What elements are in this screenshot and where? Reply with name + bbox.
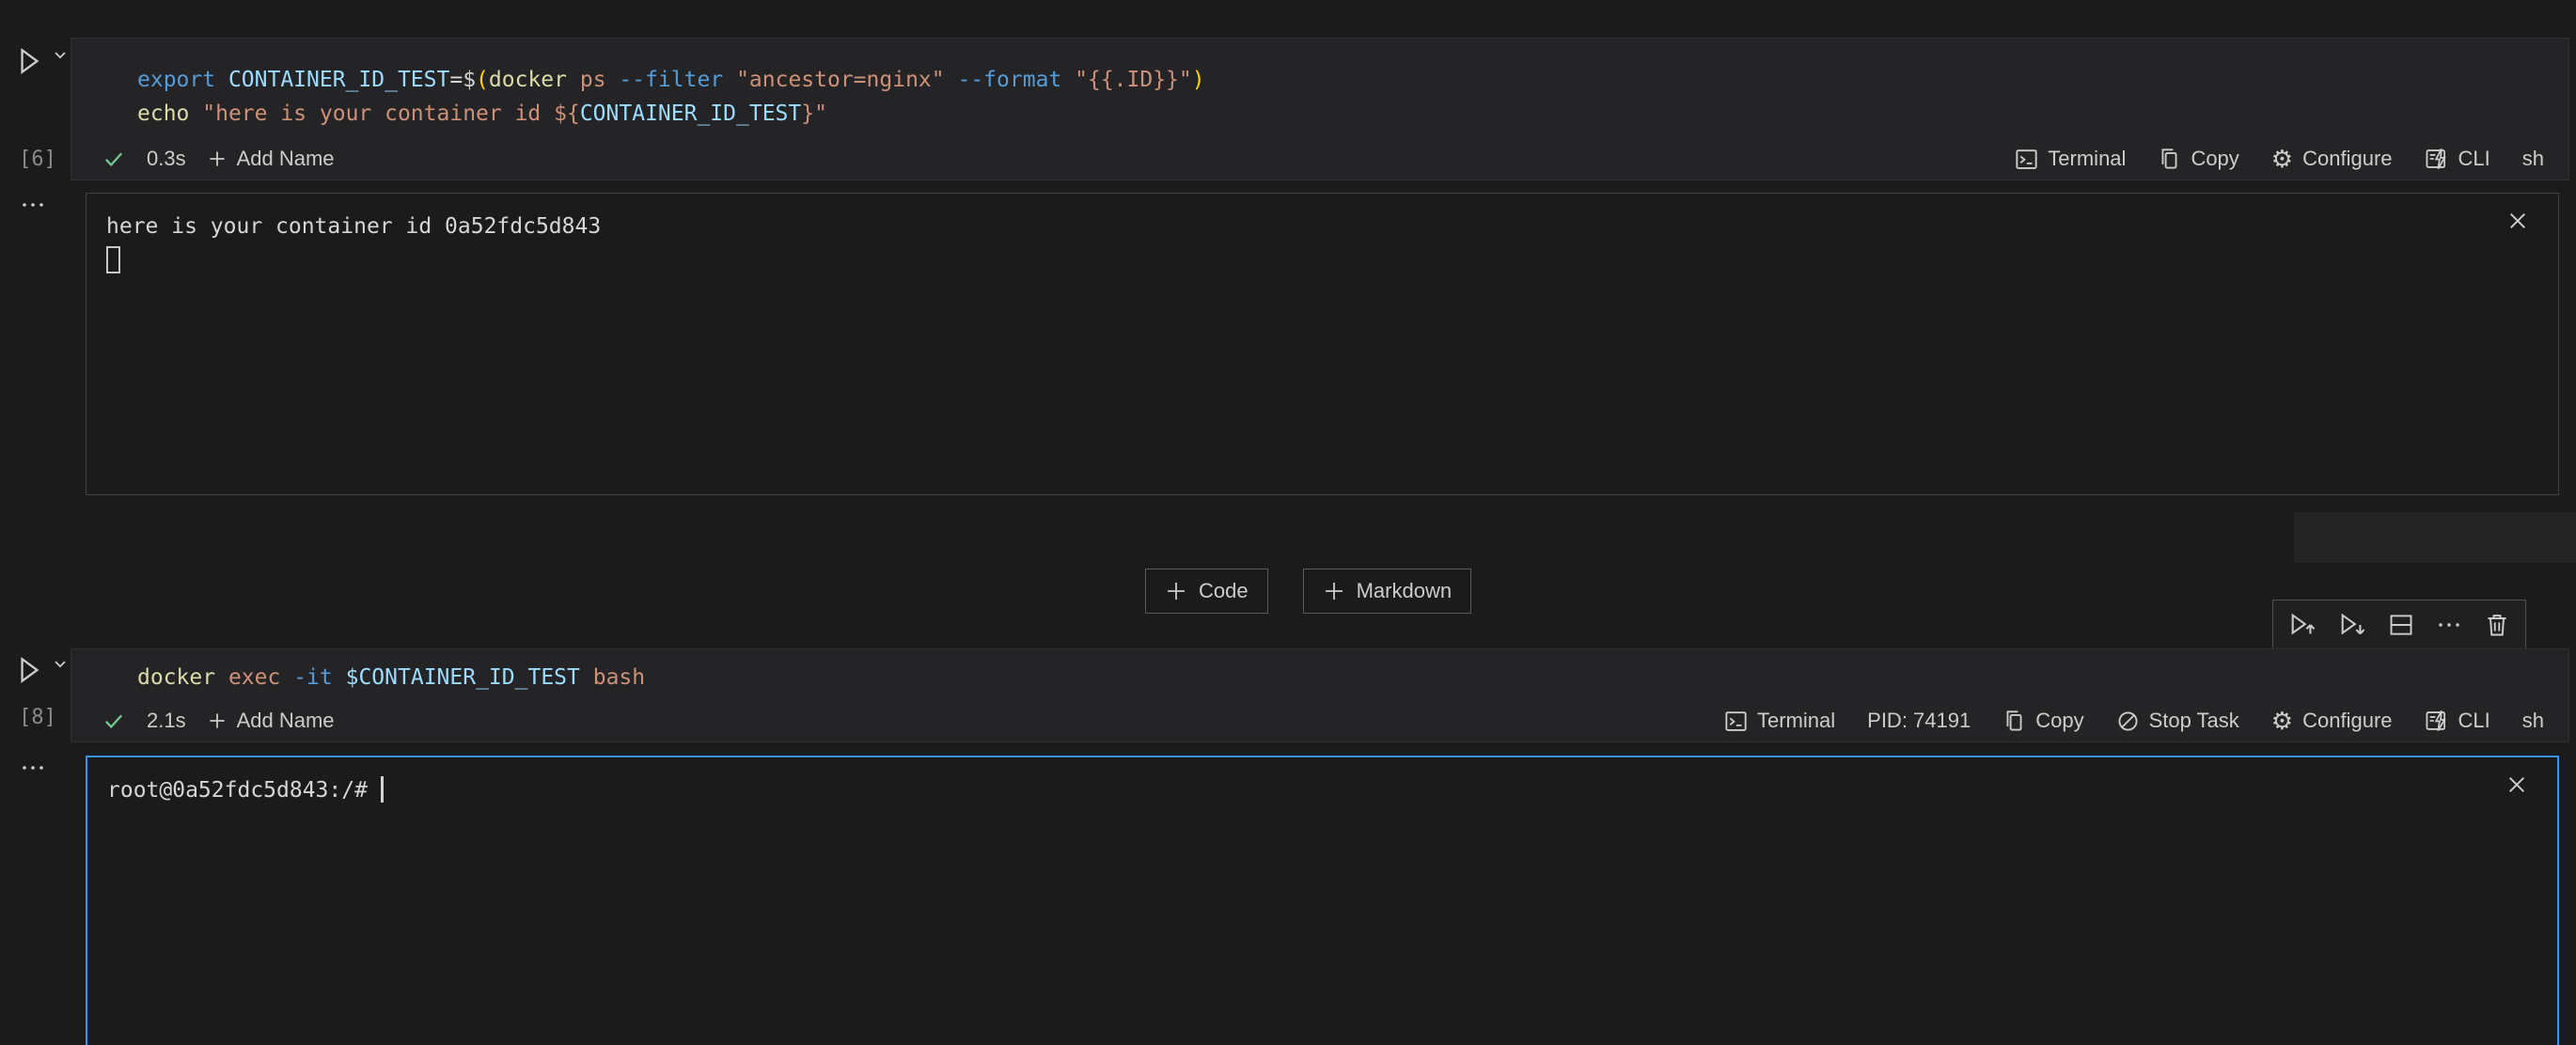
copy-button[interactable]: Copy: [2158, 147, 2238, 171]
cli-lightning-icon: [2425, 147, 2449, 171]
execute-above-button[interactable]: [2288, 611, 2317, 639]
add-name-button[interactable]: Add Name: [207, 709, 335, 733]
terminal-line: here is your container id 0a52fdc5d843: [106, 214, 601, 239]
terminal-output-panel[interactable]: here is your container id 0a52fdc5d843: [86, 193, 2559, 495]
code-cell[interactable]: docker exec -it $CONTAINER_ID_TEST bash …: [71, 648, 2569, 742]
output-more-actions-button[interactable]: [21, 199, 45, 213]
more-actions-button[interactable]: [2436, 619, 2462, 631]
plus-icon: [207, 148, 228, 169]
insert-cell-bar: Code Markdown: [1145, 569, 1471, 614]
run-above-icon: [2288, 611, 2317, 639]
ellipsis-icon: [2436, 619, 2462, 631]
terminal-output-panel-focused[interactable]: root@0a52fdc5d843:/#: [86, 756, 2559, 1045]
cell-status-bar: 0.3s Add Name Terminal: [71, 140, 2568, 179]
run-below-icon: [2338, 611, 2366, 639]
copy-icon: [2158, 148, 2181, 171]
run-cell-button[interactable]: [13, 654, 70, 686]
run-cell-button[interactable]: [13, 45, 70, 77]
delete-cell-button[interactable]: [2484, 612, 2510, 638]
terminal-icon: [2015, 148, 2038, 171]
stop-task-button[interactable]: Stop Task: [2116, 709, 2239, 733]
success-check-icon: [102, 709, 126, 733]
add-code-cell-button[interactable]: Code: [1145, 569, 1268, 614]
ellipsis-icon: [21, 762, 45, 773]
gear-icon: ⚙: [2271, 709, 2293, 733]
add-name-button[interactable]: Add Name: [207, 147, 335, 171]
close-icon: [2505, 772, 2529, 797]
terminal-text: here is your container id 0a52fdc5d843: [86, 194, 2558, 278]
cell-code[interactable]: export CONTAINER_ID_TEST=$(docker ps --f…: [71, 39, 2568, 131]
cell-hover-toolbar: [2272, 600, 2526, 649]
close-icon: [2505, 209, 2530, 233]
copy-icon: [2003, 710, 2026, 733]
close-output-button[interactable]: [2505, 209, 2530, 236]
plus-icon: [1323, 580, 1345, 602]
stop-icon: [2116, 710, 2140, 733]
success-check-icon: [102, 147, 126, 171]
notebook-editor: [6] export CONTAINER_ID_TEST=$(docker ps…: [0, 0, 2576, 1045]
configure-button[interactable]: ⚙ Configure: [2271, 147, 2393, 171]
execution-count: [6]: [13, 148, 62, 171]
chevron-down-icon: [51, 654, 70, 673]
language-indicator[interactable]: sh: [2522, 709, 2544, 733]
hover-highlight: [2294, 512, 2576, 563]
close-output-button[interactable]: [2505, 772, 2529, 800]
output-more-actions-button[interactable]: [21, 762, 45, 776]
code-cell[interactable]: export CONTAINER_ID_TEST=$(docker ps --f…: [71, 38, 2569, 180]
language-indicator[interactable]: sh: [2522, 147, 2544, 171]
split-cell-icon: [2388, 612, 2414, 638]
play-icon: [13, 45, 45, 77]
cli-button[interactable]: CLI: [2425, 147, 2490, 171]
execution-count: [8]: [13, 706, 62, 729]
copy-button[interactable]: Copy: [2003, 709, 2083, 733]
chevron-down-icon: [51, 45, 70, 64]
terminal-button[interactable]: Terminal: [1724, 709, 1835, 733]
terminal-cursor: [106, 246, 120, 273]
play-icon: [13, 654, 45, 686]
terminal-prompt: root@0a52fdc5d843:/#: [107, 778, 381, 803]
add-code-label: Code: [1199, 579, 1249, 603]
trash-icon: [2484, 612, 2510, 638]
cli-lightning-icon: [2425, 709, 2449, 733]
configure-button[interactable]: ⚙ Configure: [2271, 709, 2393, 733]
pid-label: PID: 74191: [1867, 709, 1971, 733]
terminal-cursor: [381, 776, 384, 803]
split-cell-button[interactable]: [2388, 612, 2414, 638]
execution-duration: 0.3s: [147, 147, 186, 171]
terminal-text: root@0a52fdc5d843:/#: [87, 757, 2557, 807]
execution-duration: 2.1s: [147, 709, 186, 733]
ellipsis-icon: [21, 199, 45, 211]
plus-icon: [1165, 580, 1187, 602]
cli-button[interactable]: CLI: [2425, 709, 2490, 733]
terminal-icon: [1724, 710, 1748, 733]
gear-icon: ⚙: [2271, 147, 2293, 171]
terminal-button[interactable]: Terminal: [2015, 147, 2126, 171]
add-markdown-cell-button[interactable]: Markdown: [1303, 569, 1471, 614]
plus-icon: [207, 710, 228, 731]
add-markdown-label: Markdown: [1357, 579, 1452, 603]
cell-code[interactable]: docker exec -it $CONTAINER_ID_TEST bash: [71, 649, 2568, 694]
cell-status-bar: 2.1s Add Name Terminal PID: 74191: [71, 702, 2568, 741]
execute-below-button[interactable]: [2338, 611, 2366, 639]
